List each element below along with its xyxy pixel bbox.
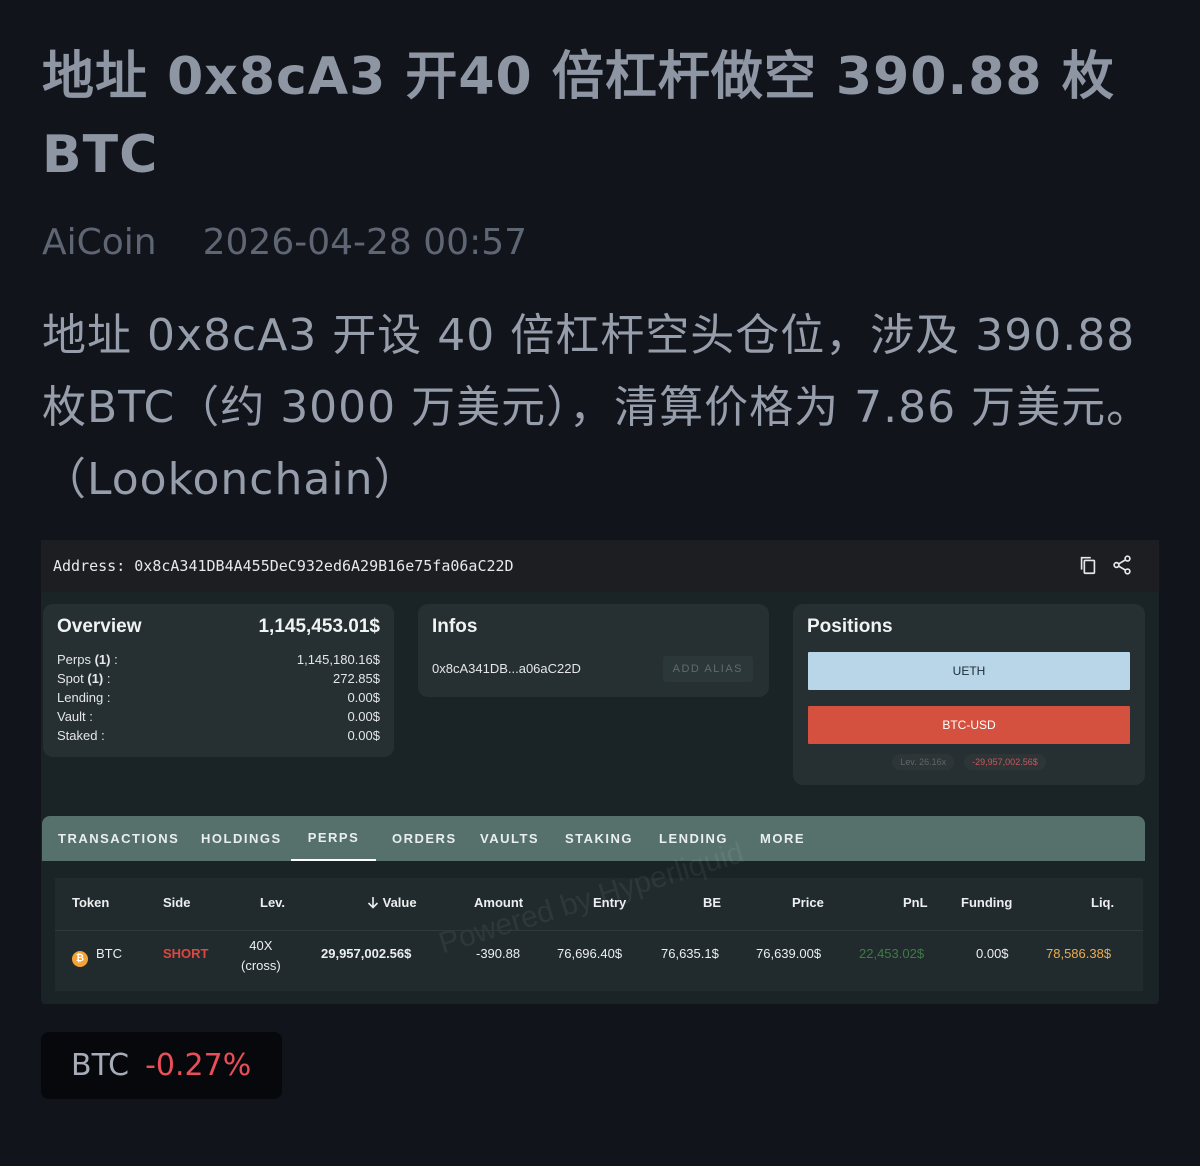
infos-title: Infos — [432, 616, 478, 637]
column-header-lev[interactable]: Lev. — [260, 895, 285, 910]
token-cell: ₿ BTC — [72, 946, 122, 967]
funding-cell: 0.00$ — [976, 946, 1009, 961]
amount-cell: -390.88 — [476, 946, 521, 961]
side-cell: SHORT — [163, 946, 209, 961]
tab-orders[interactable]: ORDERS — [392, 816, 457, 861]
column-header-token[interactable]: Token — [72, 895, 109, 910]
copy-icon[interactable] — [1077, 554, 1099, 581]
tab-transactions[interactable]: TRANSACTIONS — [58, 816, 179, 861]
pnl-cell: 22,453.02$ — [859, 946, 925, 961]
arrow-down-icon — [367, 895, 383, 910]
column-header-entry[interactable]: Entry — [593, 895, 626, 910]
infos-panel: Infos 0x8cA341DB...a06aC22D ADD ALIAS — [418, 604, 769, 697]
wallet-address: Address: 0x8cA341DB4A455DeC932ed6A29B16e… — [53, 557, 514, 575]
overview-value: 0.00$ — [347, 728, 380, 743]
positions-panel: Positions UETH BTC-USD Lev. 26.16x -29,9… — [793, 604, 1145, 785]
article-meta: AiCoin 2026-04-28 00:57 — [42, 222, 527, 263]
address-bar: Address: 0x8cA341DB4A455DeC932ed6A29B16e… — [41, 540, 1159, 592]
leverage-chip: Lev. 26.16x — [892, 754, 955, 770]
short-address: 0x8cA341DB...a06aC22D — [432, 661, 581, 676]
article-source[interactable]: AiCoin — [42, 222, 157, 263]
tab-holdings[interactable]: HOLDINGS — [201, 816, 282, 861]
ticker-change: -0.27% — [145, 1048, 252, 1083]
overview-row: Perps (1) : 1,145,180.16$ — [57, 652, 380, 667]
article-datetime: 2026-04-28 00:57 — [202, 222, 528, 263]
overview-value: 272.85$ — [333, 671, 380, 686]
tab-more[interactable]: MORE — [760, 816, 805, 861]
overview-value: 0.00$ — [347, 690, 380, 705]
ticker-symbol: BTC — [71, 1048, 130, 1083]
pnl-chip: -29,957,002.56$ — [964, 754, 1046, 770]
column-header-price[interactable]: Price — [792, 895, 824, 910]
share-icon[interactable] — [1111, 554, 1133, 581]
overview-value: 0.00$ — [347, 709, 380, 724]
perps-table: Powered by Hyperliquid Token Side Lev. V… — [55, 836, 1143, 991]
position-ueth-button[interactable]: UETH — [808, 652, 1130, 690]
column-header-liq[interactable]: Liq. — [1091, 895, 1114, 910]
value-cell: 29,957,002.56$ — [321, 946, 412, 961]
positions-title: Positions — [807, 616, 893, 637]
column-header-be[interactable]: BE — [703, 895, 721, 910]
liq-cell: 78,586.38$ — [1046, 946, 1112, 961]
add-alias-button[interactable]: ADD ALIAS — [662, 656, 753, 682]
overview-value: 1,145,180.16$ — [296, 652, 380, 667]
overview-panel: Overview 1,145,453.01$ Perps (1) : 1,145… — [43, 604, 394, 757]
column-header-amount[interactable]: Amount — [474, 895, 523, 910]
tab-vaults[interactable]: VAULTS — [480, 816, 539, 861]
overview-row: Staked : 0.00$ — [57, 728, 380, 743]
tab-bar: TRANSACTIONS HOLDINGS PERPS ORDERS VAULT… — [42, 816, 1145, 861]
bitcoin-icon: ₿ — [72, 950, 88, 967]
be-cell: 76,635.1$ — [661, 946, 719, 961]
article-body: 地址 0x8cA3 开设 40 倍杠杆空头仓位，涉及 390.88 枚BTC（约… — [42, 310, 1152, 505]
lev-cell: 40X (cross) — [241, 938, 281, 973]
overview-row: Spot (1) : 272.85$ — [57, 671, 380, 686]
tab-perps[interactable]: PERPS — [291, 816, 376, 861]
tab-staking[interactable]: STAKING — [565, 816, 633, 861]
overview-row: Vault : 0.00$ — [57, 709, 380, 724]
row-divider — [55, 930, 1143, 931]
column-header-value[interactable]: Value — [367, 895, 417, 910]
overview-title: Overview — [57, 616, 142, 637]
btc-ticker[interactable]: BTC -0.27% — [41, 1032, 282, 1099]
article-headline: 地址 0x8cA3 开40 倍杠杆做空 390.88 枚 BTC — [42, 47, 1115, 185]
overview-row: Lending : 0.00$ — [57, 690, 380, 705]
column-header-side[interactable]: Side — [163, 895, 190, 910]
column-header-funding[interactable]: Funding — [961, 895, 1012, 910]
overview-total: 1,145,453.01$ — [258, 616, 380, 637]
column-header-pnl[interactable]: PnL — [903, 895, 928, 910]
hyperliquid-screenshot: Address: 0x8cA341DB4A455DeC932ed6A29B16e… — [41, 540, 1159, 1004]
position-btc-usd-button[interactable]: BTC-USD — [808, 706, 1130, 744]
entry-cell: 76,696.40$ — [557, 946, 623, 961]
price-cell: 76,639.00$ — [756, 946, 822, 961]
